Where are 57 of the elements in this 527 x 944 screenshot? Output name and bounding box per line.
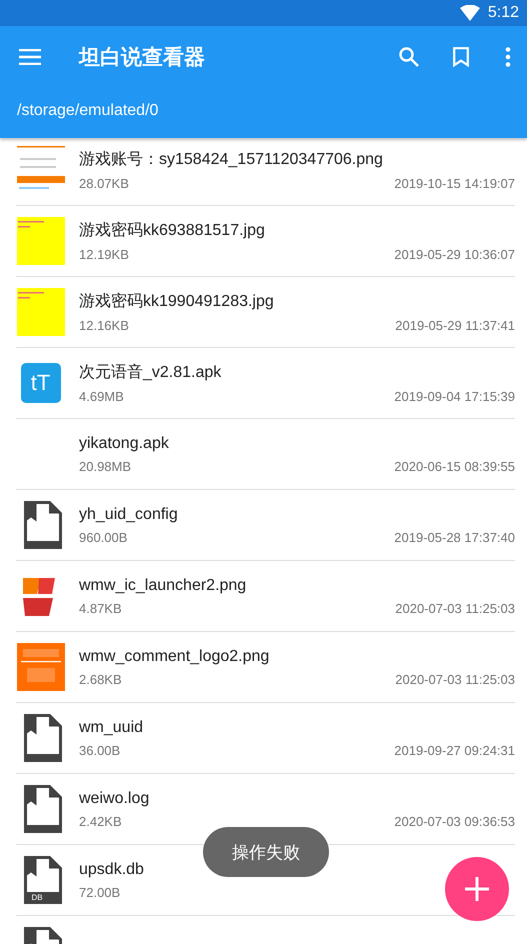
file-row[interactable]: tT 次元语音_v2.81.apk 4.69MB 2019-09-04 17:15:39 <box>16 348 515 419</box>
app-title: 坦白说查看器 <box>79 45 206 71</box>
file-size: 36.00B <box>79 742 120 758</box>
file-row[interactable]: wm_uuid 36.00B 2019-09-27 09:24:31 <box>16 703 515 774</box>
file-size: 20.98MB <box>79 458 132 474</box>
file-date: 2019-09-27 09:24:31 <box>394 742 515 758</box>
file-size: 2.68KB <box>79 672 122 686</box>
file-icon <box>24 714 62 762</box>
wifi-icon <box>460 5 480 21</box>
file-size: 2.42KB <box>79 814 122 828</box>
file-date: 2019-05-28 17:37:40 <box>394 530 515 544</box>
file-icon <box>24 501 62 549</box>
file-row[interactable]: yh_uid_config 960.00B 2019-05-28 17:37:40 <box>16 490 515 561</box>
file-date: 2019-05-29 11:37:41 <box>395 318 515 333</box>
file-size: 960.00B <box>79 530 128 544</box>
file-date: 2020-07-03 11:25:03 <box>395 672 515 686</box>
file-date: 2020-07-03 11:25:03 <box>395 600 515 616</box>
file-name: yh_uid_config <box>79 506 179 524</box>
app-icon: tT <box>20 363 60 403</box>
file-name: upsdk.db <box>79 860 145 878</box>
file-row[interactable]: wmw_comment_logo2.png 2.68KB 2020-07-03 11:25:03 <box>16 632 515 703</box>
toast: 操作失败 <box>203 827 329 877</box>
more-icon[interactable] <box>505 47 511 67</box>
file-name: wmw_ic_launcher2.png <box>79 576 248 594</box>
menu-icon[interactable] <box>19 49 41 65</box>
file-icon <box>24 856 62 904</box>
file-date: 2019-05-29 10:36:07 <box>394 247 515 262</box>
file-size: 12.19KB <box>79 247 129 262</box>
file-size: 4.87KB <box>79 600 122 616</box>
file-name: yikatong.apk <box>79 434 170 452</box>
search-icon[interactable] <box>399 47 419 67</box>
file-date: 2020-06-15 08:39:55 <box>394 458 515 474</box>
file-name: wm_uuid <box>79 718 144 736</box>
file-row[interactable]: 游戏账号：sy158424_1571120347706.png 28.07KB 2019-10-15 14:19:07 <box>16 135 515 206</box>
file-date: 2020-07-03 09:36:53 <box>394 814 515 828</box>
file-name: wmw_comment_logo2.png <box>79 648 270 666</box>
file-name: 游戏密码kk1990491283.jpg <box>79 292 275 312</box>
file-name: 次元语音_v2.81.apk <box>79 362 222 383</box>
file-size: 4.69MB <box>79 389 124 404</box>
file-icon <box>24 785 62 833</box>
file-size: 72.00B <box>79 884 120 900</box>
file-row[interactable]: yikatong.apk 20.98MB 2020-06-15 08:39:55 <box>16 419 515 490</box>
file-row[interactable]: wmw_ic_launcher2.png 4.87KB 2020-07-03 11:25:03 <box>16 561 515 632</box>
file-type-label: DB <box>30 892 44 904</box>
bookmark-icon[interactable] <box>453 47 469 67</box>
add-button[interactable] <box>445 857 509 921</box>
file-date: 2019-10-15 14:19:07 <box>394 176 515 191</box>
file-row[interactable]: 游戏密码kk693881517.jpg 12.19KB 2019-05-29 10:36:07 <box>16 206 515 277</box>
file-name: 游戏密码kk693881517.jpg <box>79 220 266 241</box>
file-name: 游戏账号：sy158424_1571120347706.png <box>79 150 384 170</box>
file-size: 28.07KB <box>79 176 129 191</box>
file-name: weiwo.log <box>79 790 150 808</box>
clock: 5:12 <box>488 4 519 22</box>
file-row[interactable]: 游戏密码kk1990491283.jpg 12.16KB 2019-05-29 11:37:41 <box>16 277 515 348</box>
folder-path: /storage/emulated/0 <box>16 101 160 120</box>
file-date: 2019-09-04 17:15:39 <box>394 389 515 404</box>
file-size: 12.16KB <box>79 318 129 333</box>
